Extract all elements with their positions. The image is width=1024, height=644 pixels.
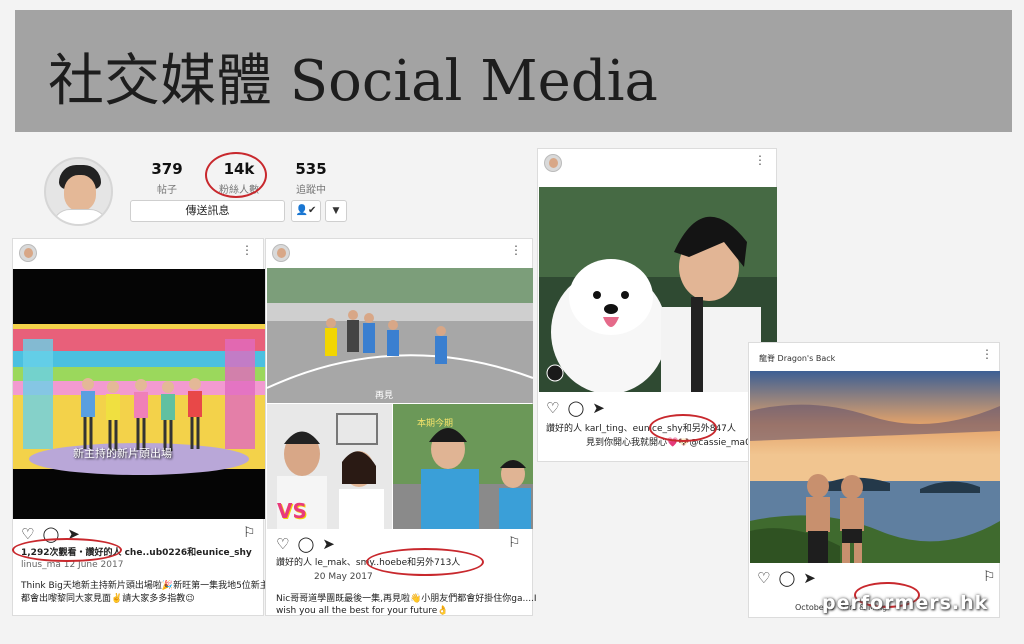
post-actions: ♡ ◯ ➤ [276, 535, 343, 553]
bookmark-icon[interactable]: ⚐ [243, 525, 256, 541]
post-date: 20 May 2017 [314, 572, 373, 582]
following-status-icon[interactable]: 👤✔ [291, 200, 321, 222]
post-video[interactable]: 新主持的新片頭出場 [13, 269, 265, 519]
send-icon[interactable]: ➤ [322, 535, 335, 553]
post-photo[interactable] [539, 187, 777, 392]
comment-icon[interactable]: ◯ [297, 535, 314, 553]
comment-icon[interactable]: ◯ [778, 569, 795, 587]
post-photo[interactable] [750, 371, 1000, 563]
avatar[interactable] [19, 244, 37, 262]
highlight-ring-likes-2 [366, 548, 484, 576]
post-photo-top[interactable]: 再見 [267, 268, 533, 403]
post-card-4: 龍脊 Dragon's Back ⋮ ♡ ◯ ➤ ⚐ October 5 · M… [748, 342, 1000, 618]
post-card-3: ⋮ ♡◯➤ ⚐ 讚好的人 karl_ting、eunice_shy和另外847人… [537, 148, 777, 462]
avatar[interactable] [544, 154, 562, 172]
post-photo-right[interactable]: 本期今期 [393, 404, 533, 529]
heart-icon[interactable]: ♡ [757, 569, 770, 587]
chevron-down-icon[interactable]: ▼ [325, 200, 347, 222]
post-actions: ♡ ◯ ➤ [546, 399, 613, 417]
send-icon[interactable]: ➤ [803, 569, 816, 587]
send-icon[interactable]: ➤ [592, 399, 605, 417]
post-header: ⋮ [13, 239, 263, 267]
post-header: ⋮ [266, 239, 532, 267]
watermark: performers.hk [822, 592, 989, 614]
heart-icon[interactable]: ♡ [546, 399, 559, 417]
comment-icon[interactable]: ◯ [567, 399, 584, 417]
more-options-icon[interactable]: ⋮ [754, 153, 766, 167]
avatar[interactable] [272, 244, 290, 262]
more-options-icon[interactable]: ⋮ [510, 243, 522, 257]
photo-overlay-text: 再見 [375, 391, 394, 401]
heart-icon[interactable]: ♡ [276, 535, 289, 553]
vs-text: VS [277, 499, 307, 523]
post-actions: ♡ ◯ ➤ [757, 569, 824, 587]
post-caption-line2: wish you all the best for your future👌 [276, 606, 449, 616]
send-message-button[interactable]: 傳送訊息 [130, 200, 285, 222]
more-options-icon[interactable]: ⋮ [241, 243, 253, 257]
sign-text: 本期今期 [417, 419, 454, 429]
post-photo-left[interactable]: VS [267, 404, 392, 529]
post-caption-line1: Think Big天地新主持新片頭出場啦🎉新旺第一集我地5位新主持 [21, 581, 278, 591]
post-caption-line2: 都會出嚟黎同大家見面✌️請大家多多指教😉 [21, 594, 195, 604]
title-bar: 社交媒體 Social Media [15, 10, 1012, 132]
slide-title: 社交媒體 Social Media [48, 49, 658, 114]
post-location[interactable]: 龍脊 Dragon's Back [759, 353, 835, 364]
following-count: 535 [295, 160, 327, 178]
posts-label: 帖子 [157, 185, 177, 196]
highlight-ring-likes-3 [649, 414, 717, 442]
profile-header: 379 帖子 14k 粉絲人數 535 追蹤中 傳送訊息 👤✔ ▼ [40, 152, 370, 232]
following-label: 追蹤中 [296, 185, 326, 196]
video-subtitle: 新主持的新片頭出場 [73, 447, 172, 460]
post-header: ⋮ [538, 149, 776, 177]
posts-count: 379 [151, 160, 183, 178]
posts-stat[interactable]: 379 帖子 [132, 160, 202, 196]
more-options-icon[interactable]: ⋮ [981, 347, 993, 361]
following-stat[interactable]: 535 追蹤中 [276, 160, 346, 196]
bookmark-icon[interactable]: ⚐ [983, 569, 996, 585]
highlight-ring-followers [205, 152, 267, 198]
profile-avatar[interactable] [44, 157, 113, 226]
bookmark-icon[interactable]: ⚐ [508, 535, 521, 551]
highlight-ring-views [12, 538, 122, 562]
